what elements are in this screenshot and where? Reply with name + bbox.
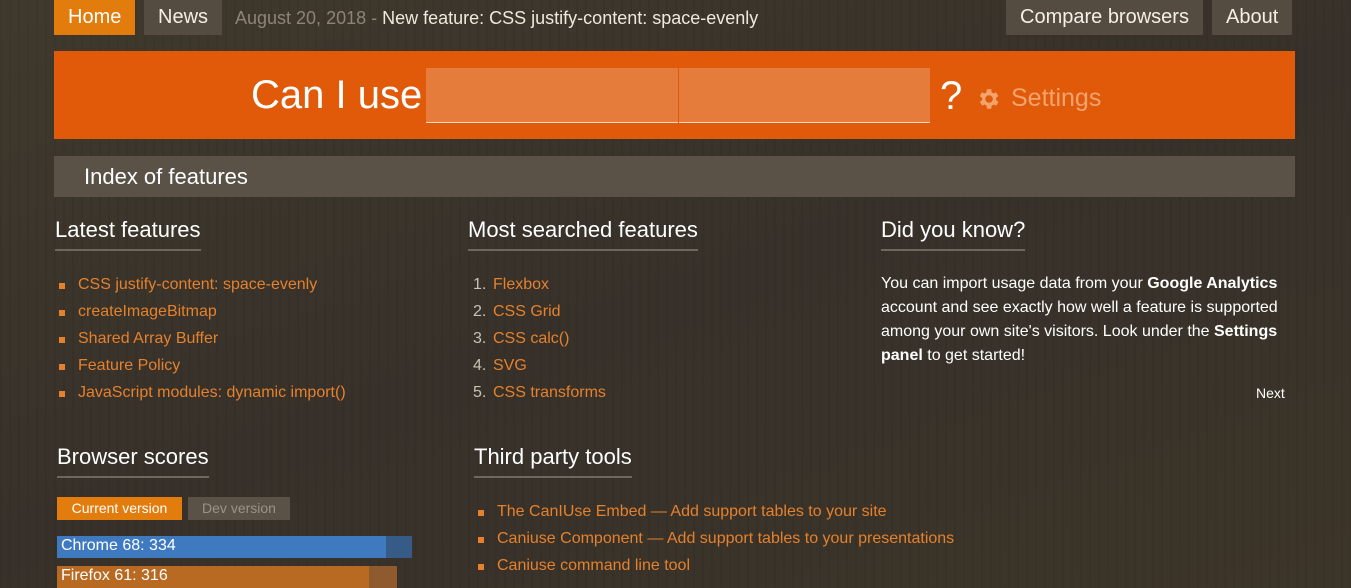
bullet — [59, 391, 65, 397]
latest-feature-link[interactable]: CSS justify-content: space-evenly — [55, 276, 346, 303]
settings-button[interactable]: Settings — [975, 84, 1101, 113]
list-number: 1. — [473, 276, 487, 293]
latest-features-heading: Latest features — [55, 217, 201, 251]
latest-feature-label: CSS justify-content: space-evenly — [78, 276, 318, 293]
bullet — [59, 337, 65, 343]
most-searched-item[interactable]: 5. CSS transforms — [473, 384, 606, 411]
dev-version-tab[interactable]: Dev version — [188, 497, 290, 520]
news-separator: - — [366, 8, 383, 28]
list-number: 5. — [473, 384, 487, 401]
gear-icon — [979, 88, 999, 109]
index-of-features-label: Index of features — [84, 164, 248, 189]
browser-scores-heading: Browser scores — [57, 444, 209, 478]
third-party-tool-label: Caniuse Component — Add support tables t… — [497, 530, 955, 547]
bullet — [59, 310, 65, 316]
dyk-text-3: to get started! — [922, 347, 1026, 364]
current-version-tab[interactable]: Current version — [57, 497, 182, 520]
browser-score-label: Firefox 61: 316 — [61, 567, 168, 584]
most-searched-list: 1. Flexbox 2. CSS Grid 3. CSS calc() 4. SVG … — [473, 276, 606, 411]
most-searched-link[interactable]: Flexbox — [493, 276, 549, 293]
most-searched-item[interactable]: 4. SVG — [473, 357, 606, 384]
list-number: 4. — [473, 357, 487, 374]
search-question-mark: ? — [940, 74, 963, 118]
third-party-tool-label: Caniuse command line tool — [497, 557, 690, 574]
dyk-bold-1: Google Analytics — [1147, 275, 1278, 292]
nav-news[interactable]: News — [144, 0, 223, 35]
index-of-features-bar[interactable]: Index of features — [54, 156, 1295, 197]
latest-feature-link[interactable]: JavaScript modules: dynamic import() — [55, 384, 346, 411]
dyk-text-1: You can import usage data from your — [881, 275, 1148, 292]
bullet — [59, 364, 65, 370]
most-searched-item[interactable]: 3. CSS calc() — [473, 330, 606, 357]
latest-feature-label: Feature Policy — [78, 357, 181, 374]
browser-score-label: Chrome 68: 334 — [61, 537, 176, 554]
news-headline-link[interactable]: New feature: CSS justify-content: space-… — [382, 8, 758, 28]
did-you-know-text: You can import usage data from your Goog… — [881, 272, 1281, 368]
most-searched-link[interactable]: CSS transforms — [493, 384, 606, 401]
latest-feature-label: JavaScript modules: dynamic import() — [78, 384, 346, 401]
most-searched-item[interactable]: 1. Flexbox — [473, 276, 606, 303]
did-you-know-next-link[interactable]: Next — [1256, 385, 1285, 401]
most-searched-link[interactable]: CSS Grid — [493, 303, 561, 320]
third-party-tool-label: The CanIUse Embed — Add support tables t… — [497, 503, 887, 520]
third-party-tools-list: The CanIUse Embed — Add support tables t… — [474, 503, 954, 584]
settings-label: Settings — [1011, 84, 1102, 112]
third-party-tool-link[interactable]: The CanIUse Embed — Add support tables t… — [474, 503, 954, 530]
bullet — [478, 510, 484, 516]
news-date: August 20, 2018 — [235, 8, 367, 28]
nav-about[interactable]: About — [1212, 0, 1293, 35]
third-party-tool-link[interactable]: Caniuse Component — Add support tables t… — [474, 530, 954, 557]
list-number: 2. — [473, 303, 487, 320]
most-searched-item[interactable]: 2. CSS Grid — [473, 303, 606, 330]
bullet — [59, 283, 65, 289]
most-searched-link[interactable]: SVG — [493, 357, 527, 374]
search-input-browser[interactable] — [679, 68, 930, 123]
latest-feature-link[interactable]: Shared Array Buffer — [55, 330, 346, 357]
browser-score-bar[interactable]: Chrome 68: 334 — [57, 536, 412, 558]
most-searched-link[interactable]: CSS calc() — [493, 330, 569, 347]
latest-features-list: CSS justify-content: space-evenly create… — [55, 276, 346, 411]
nav-compare-browsers[interactable]: Compare browsers — [1006, 0, 1203, 35]
news-ticker: August 20, 2018 - New feature: CSS justi… — [235, 8, 758, 29]
latest-feature-link[interactable]: createImageBitmap — [55, 303, 346, 330]
most-searched-heading: Most searched features — [468, 217, 698, 251]
bullet — [478, 537, 484, 543]
search-input-feature[interactable] — [426, 68, 678, 123]
third-party-tool-link[interactable]: Caniuse command line tool — [474, 557, 954, 584]
third-party-tools-heading: Third party tools — [474, 444, 632, 478]
bullet — [478, 564, 484, 570]
latest-feature-label: Shared Array Buffer — [78, 330, 219, 347]
did-you-know-heading: Did you know? — [881, 217, 1026, 251]
list-number: 3. — [473, 330, 487, 347]
search-prefix: Can I use — [251, 73, 423, 117]
latest-feature-label: createImageBitmap — [78, 303, 217, 320]
browser-score-bar[interactable]: Firefox 61: 316 — [57, 566, 397, 588]
latest-feature-link[interactable]: Feature Policy — [55, 357, 346, 384]
nav-home[interactable]: Home — [54, 0, 136, 35]
